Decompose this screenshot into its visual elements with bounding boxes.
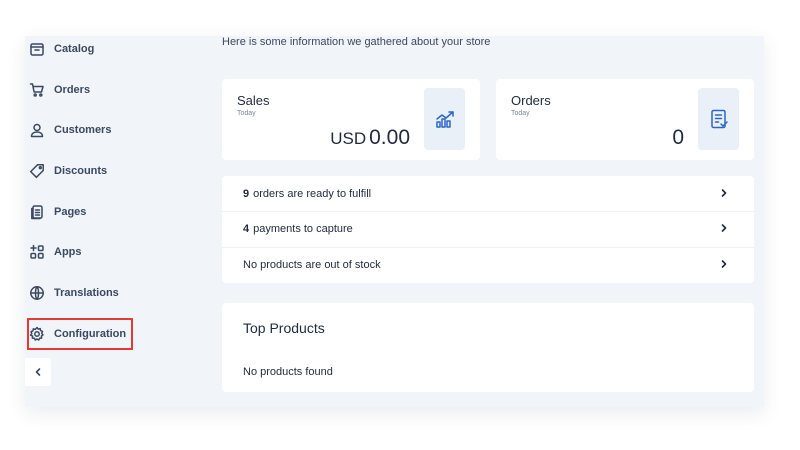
tasks-card: 9 orders are ready to fulfill 4 payments… <box>222 176 754 283</box>
sidebar-item-label: Customers <box>54 124 112 136</box>
sales-currency: USD <box>330 129 367 148</box>
task-text: payments to capture <box>253 223 353 235</box>
chevron-right-icon <box>719 188 729 198</box>
sidebar-item-discounts[interactable]: Discounts <box>25 157 175 185</box>
sidebar-item-pages[interactable]: Pages <box>25 198 175 226</box>
chart-trend-icon <box>435 111 454 128</box>
orders-period: Today <box>511 110 530 117</box>
sidebar-item-label: Pages <box>54 206 87 218</box>
sidebar-item-orders[interactable]: Orders <box>25 76 175 104</box>
sales-card: Sales Today USD 0.00 <box>222 79 480 160</box>
task-row-fulfill[interactable]: 9 orders are ready to fulfill <box>222 176 754 212</box>
orders-value: 0 <box>672 126 684 150</box>
sales-amount: 0.00 <box>369 126 410 149</box>
task-row-payments[interactable]: 4 payments to capture <box>222 211 754 247</box>
sidebar-item-label: Translations <box>54 287 119 299</box>
sidebar-item-label: Discounts <box>54 165 108 177</box>
sales-title: Sales <box>237 93 270 108</box>
orders-count: 0 <box>672 126 684 149</box>
orders-icon-box <box>698 88 739 150</box>
sidebar-item-label: Orders <box>54 84 91 96</box>
chevron-right-icon <box>719 259 729 269</box>
task-count: 9 <box>243 188 250 200</box>
globe-icon <box>28 284 46 302</box>
app-frame: Catalog Orders Customers Discounts Pages… <box>25 36 764 407</box>
sales-period: Today <box>237 110 256 117</box>
catalog-icon <box>28 40 46 58</box>
orders-title: Orders <box>511 93 551 108</box>
user-icon <box>28 121 46 139</box>
sidebar-item-customers[interactable]: Customers <box>25 116 175 144</box>
intro-text: Here is some information we gathered abo… <box>222 36 491 48</box>
chevron-right-icon <box>719 223 729 233</box>
top-products-card: Top Products No products found <box>222 303 754 392</box>
top-products-title: Top Products <box>243 320 325 336</box>
sidebar-item-translations[interactable]: Translations <box>25 279 175 307</box>
cart-icon <box>28 81 46 99</box>
apps-icon <box>28 243 46 261</box>
sidebar-item-apps[interactable]: Apps <box>25 238 175 266</box>
sales-value: USD 0.00 <box>330 126 410 150</box>
sidebar-item-catalog[interactable]: Catalog <box>25 36 175 63</box>
sales-icon-box <box>424 88 465 150</box>
top-products-empty-text: No products found <box>243 366 333 378</box>
task-count: 4 <box>243 223 250 235</box>
orders-card: Orders Today 0 <box>496 79 754 160</box>
collapse-sidebar-button[interactable] <box>25 358 51 386</box>
tag-icon <box>28 162 46 180</box>
chevron-left-icon <box>35 368 41 376</box>
task-row-stock[interactable]: No products are out of stock <box>222 247 754 283</box>
sidebar-item-label: Catalog <box>54 43 95 55</box>
sidebar-item-label: Apps <box>54 246 82 258</box>
configuration-highlight-box <box>27 318 133 350</box>
task-text: orders are ready to fulfill <box>253 188 372 200</box>
pages-icon <box>28 203 46 221</box>
task-text: No products are out of stock <box>243 259 381 271</box>
orders-checklist-icon <box>710 109 728 129</box>
